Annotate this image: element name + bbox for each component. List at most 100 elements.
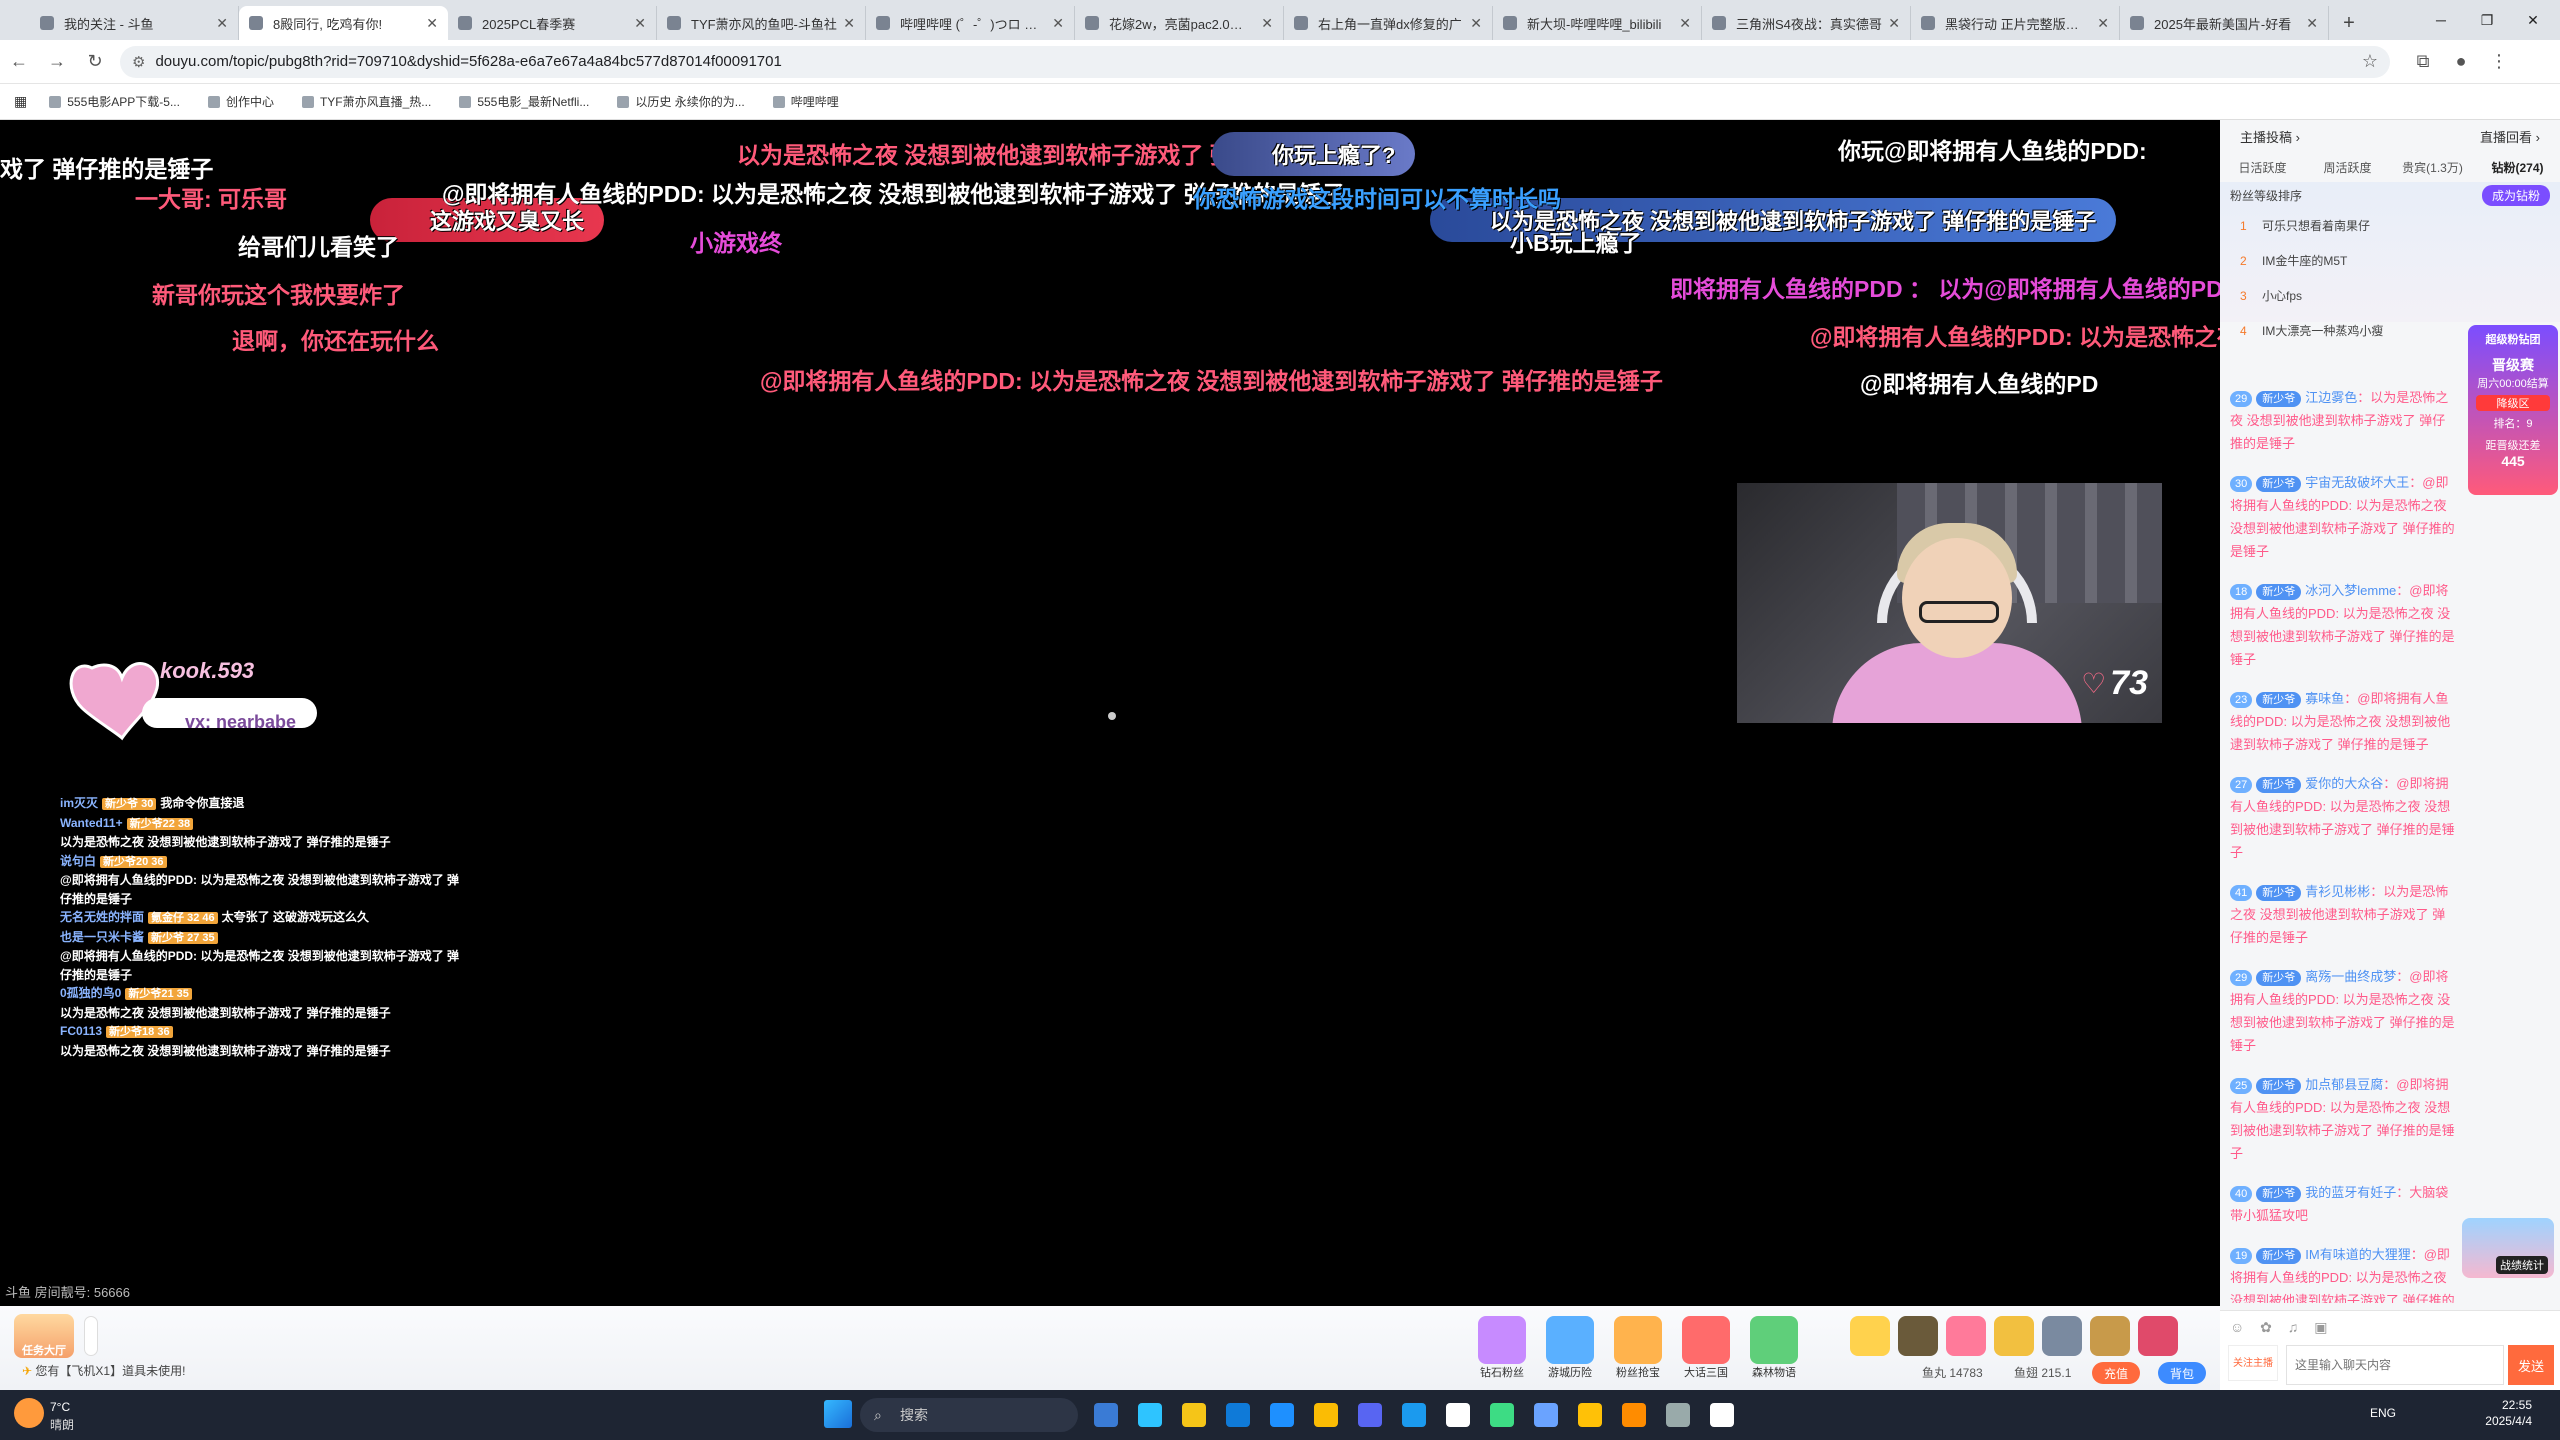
- gift-activity-button[interactable]: 森林物语: [1750, 1316, 1798, 1379]
- profile-icon[interactable]: ●: [2442, 43, 2480, 81]
- bookmark-item[interactable]: 555电影APP下载-5...: [49, 93, 180, 110]
- chat-message[interactable]: 30 新少爷 宇宙无敌破坏大王：@即将拥有人鱼线的PDD: 以为是恐怖之夜 没想到被…: [2220, 463, 2468, 571]
- close-window-button[interactable]: ✕: [2510, 0, 2556, 40]
- rank-tab[interactable]: 钻粉(274): [2475, 159, 2560, 176]
- gift-activity-button[interactable]: 钻石粉丝: [1478, 1316, 1526, 1379]
- bookmark-item[interactable]: 555电影_最新Netfli...: [459, 93, 589, 110]
- taskbar-app-icon[interactable]: [1622, 1403, 1646, 1427]
- tab-close-icon[interactable]: ✕: [634, 15, 646, 32]
- taskbar-app-icon[interactable]: [1270, 1403, 1294, 1427]
- taskbar-app-icon[interactable]: [1182, 1403, 1206, 1427]
- browser-tab[interactable]: 8殿同行, 吃鸡有你! ✕: [239, 6, 448, 40]
- tab-close-icon[interactable]: ✕: [1888, 15, 1900, 32]
- join-diamond-button[interactable]: 成为钻粉: [2481, 184, 2550, 206]
- tab-close-icon[interactable]: ✕: [843, 15, 855, 32]
- gift-item-icon[interactable]: [1946, 1316, 1986, 1356]
- rank-tab[interactable]: 贵宾(1.3万): [2390, 159, 2475, 176]
- browser-tab[interactable]: 花嫁2w，亮菌pac2.0反作 ✕: [1075, 6, 1284, 40]
- taskbar-app-icon[interactable]: [1402, 1403, 1426, 1427]
- replay-link[interactable]: 直播回看 ›: [2480, 127, 2540, 146]
- chat-message[interactable]: 41 新少爷 青衫见彬彬：以为是恐怖之夜 没想到被他逮到软柿子游戏了 弹仔推的是锤子: [2220, 872, 2468, 957]
- bookmark-item[interactable]: TYF萧亦风直播_热...: [301, 93, 431, 110]
- browser-tab[interactable]: 新大坝-哔哩哔哩_bilibili ✕: [1493, 6, 1702, 40]
- browser-tab[interactable]: 黑袋行动 正片完整版免费 ✕: [1911, 6, 2120, 40]
- gift-activity-button[interactable]: 游城历险: [1546, 1316, 1594, 1379]
- browser-tab[interactable]: 右上角一直弹dx修复的广 ✕: [1284, 6, 1493, 40]
- tab-close-icon[interactable]: ✕: [216, 15, 228, 32]
- chat-username[interactable]: 离殇一曲终成梦: [2305, 969, 2396, 984]
- gift-item-icon[interactable]: [1898, 1316, 1938, 1356]
- start-icon[interactable]: [824, 1400, 852, 1428]
- taskbar-app-icon[interactable]: [1314, 1403, 1338, 1427]
- browser-tab[interactable]: TYF萧亦风的鱼吧-斗鱼社 ✕: [657, 6, 866, 40]
- bookmark-item[interactable]: 以历史 永续你的为...: [617, 93, 745, 110]
- gift-item-icon[interactable]: [1994, 1316, 2034, 1356]
- new-tab-button[interactable]: +: [2329, 6, 2369, 40]
- extensions-icon[interactable]: ⧉: [2404, 43, 2442, 81]
- chat-message[interactable]: 40 新少爷 我的蓝牙有妊子：大脑袋带小狐猛攻吧: [2220, 1173, 2468, 1235]
- recharge-button[interactable]: 充值: [2092, 1362, 2141, 1384]
- ime-indicator[interactable]: ENG: [2370, 1406, 2396, 1420]
- chat-username[interactable]: 江边雾色: [2305, 390, 2357, 405]
- chat-username[interactable]: 寡味鱼: [2305, 691, 2344, 706]
- rank-row[interactable]: 2 IM金牛座的M5T: [2220, 243, 2560, 278]
- chat-input[interactable]: [2286, 1345, 2504, 1385]
- gift-item-icon[interactable]: [2138, 1316, 2178, 1356]
- chat-username[interactable]: 加点郁县豆腐: [2305, 1077, 2383, 1092]
- tab-close-icon[interactable]: ✕: [1470, 15, 1482, 32]
- tab-close-icon[interactable]: ✕: [2097, 15, 2109, 32]
- chat-message[interactable]: 25 新少爷 加点郁县豆腐：@即将拥有人鱼线的PDD: 以为是恐怖之夜 没想到被他逮…: [2220, 1065, 2468, 1173]
- promo-card[interactable]: 超级粉钻团 晋级赛 周六00:00结算 降级区 排名：9 距晋级还差 445: [2468, 325, 2558, 495]
- anchor-posts-link[interactable]: 主播投稿 ›: [2240, 127, 2300, 146]
- rank-tab[interactable]: 周活跃度: [2305, 159, 2390, 176]
- chat-username[interactable]: 我的蓝牙有妊子: [2305, 1185, 2396, 1200]
- gift-item-icon[interactable]: [2042, 1316, 2082, 1356]
- taskbar-app-icon[interactable]: [1710, 1403, 1734, 1427]
- chat-message[interactable]: 29 新少爷 离殇一曲终成梦：@即将拥有人鱼线的PDD: 以为是恐怖之夜 没想到被他…: [2220, 957, 2468, 1065]
- tab-close-icon[interactable]: ✕: [1052, 15, 1064, 32]
- video-player[interactable]: ♡ 73 kook.593 vx: nearbabe im灭灭 新少爷 30 我命令…: [0, 120, 2220, 1306]
- menu-icon[interactable]: ⋮: [2480, 43, 2518, 81]
- tab-close-icon[interactable]: ✕: [1679, 15, 1691, 32]
- site-info-icon[interactable]: ⚙: [132, 53, 145, 71]
- url-input[interactable]: ⚙ douyu.com/topic/pubg8th?rid=709710&dys…: [120, 45, 2390, 78]
- taskbar-app-icon[interactable]: [1666, 1403, 1690, 1427]
- gift-activity-button[interactable]: 大话三国: [1682, 1316, 1730, 1379]
- chat-message[interactable]: 29 新少爷 江边雾色：以为是恐怖之夜 没想到被他逮到软柿子游戏了 弹仔推的是锤子: [2220, 378, 2468, 463]
- chat-message[interactable]: 27 新少爷 爱你的大众谷：@即将拥有人鱼线的PDD: 以为是恐怖之夜 没想到被他逮…: [2220, 764, 2468, 872]
- taskbar-app-icon[interactable]: [1094, 1403, 1118, 1427]
- gift-item-icon[interactable]: [1850, 1316, 1890, 1356]
- taskbar-app-icon[interactable]: [1578, 1403, 1602, 1427]
- clock-date[interactable]: 2025/4/4: [2466, 1414, 2532, 1428]
- browser-tab[interactable]: 哔哩哔哩 (゜-゜)つロ 干杯 ✕: [866, 6, 1075, 40]
- chat-message[interactable]: 23 新少爷 寡味鱼：@即将拥有人鱼线的PDD: 以为是恐怖之夜 没想到被他逮到软柿…: [2220, 679, 2468, 764]
- rank-row[interactable]: 1 可乐只想看着南果仔: [2220, 208, 2560, 243]
- taskbar-app-icon[interactable]: [1446, 1403, 1470, 1427]
- emoji-toolbar-icons[interactable]: ☺ ✿ ♫ ▣: [2230, 1319, 2333, 1336]
- chat-username[interactable]: 冰河入梦lemme: [2305, 583, 2396, 598]
- chat-message[interactable]: 18 新少爷 冰河入梦lemme：@即将拥有人鱼线的PDD: 以为是恐怖之夜 没想到…: [2220, 571, 2468, 679]
- taskbar-app-icon[interactable]: [1534, 1403, 1558, 1427]
- taskbar-app-icon[interactable]: [1358, 1403, 1382, 1427]
- chat-message[interactable]: 19 新少爷 IM有味道的大狸狸：@即将拥有人鱼线的PDD: 以为是恐怖之夜 没想到…: [2220, 1235, 2468, 1303]
- browser-tab[interactable]: 2025年最新美国片-好看 ✕: [2120, 6, 2329, 40]
- bookmark-item[interactable]: 创作中心: [207, 93, 274, 110]
- forward-icon[interactable]: →: [38, 43, 76, 81]
- tab-close-icon[interactable]: ✕: [2306, 15, 2318, 32]
- war-stats-badge[interactable]: 战绩统计: [2462, 1218, 2554, 1278]
- bookmark-star-icon[interactable]: ☆: [2362, 51, 2378, 72]
- rank-tab[interactable]: 日活跃度: [2220, 159, 2305, 176]
- maximize-button[interactable]: ❐: [2464, 0, 2510, 40]
- taskbar-app-icon[interactable]: [1490, 1403, 1514, 1427]
- taskbar-app-icon[interactable]: [1138, 1403, 1162, 1427]
- rank-row[interactable]: 3 小心fps: [2220, 278, 2560, 313]
- taskbar-search[interactable]: ⌕ 搜索: [860, 1398, 1078, 1432]
- collapse-handle[interactable]: [84, 1316, 98, 1356]
- apps-icon[interactable]: ▦: [14, 93, 27, 110]
- browser-tab[interactable]: 2025PCL春季赛 ✕: [448, 6, 657, 40]
- browser-tab[interactable]: 我的关注 - 斗鱼 ✕: [30, 6, 239, 40]
- weather-icon[interactable]: [14, 1398, 44, 1428]
- bookmark-item[interactable]: 哔哩哔哩: [772, 93, 839, 110]
- send-button[interactable]: 发送: [2508, 1345, 2554, 1385]
- chat-username[interactable]: IM有味道的大狸狸: [2305, 1247, 2410, 1262]
